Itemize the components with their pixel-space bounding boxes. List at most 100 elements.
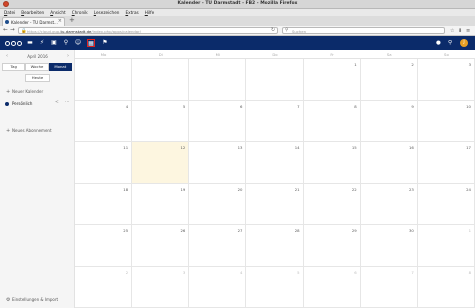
day-cell[interactable]: 10	[417, 100, 475, 142]
view-day-button[interactable]: Tag	[2, 63, 26, 71]
url-bar[interactable]: 🔒 https://cloud.gup.tu-darmstadt.de/inde…	[18, 27, 278, 34]
share-icon[interactable]: <	[55, 100, 59, 105]
settings-import-button[interactable]: ⚙ Einstellungen & Import	[6, 297, 58, 303]
day-cell[interactable]	[132, 59, 190, 101]
new-subscription-button[interactable]: + Neues Abonnement	[6, 128, 52, 134]
day-number: 7	[411, 269, 414, 275]
day-cell[interactable]	[246, 59, 304, 101]
day-number: 23	[409, 186, 414, 192]
day-cell[interactable]	[75, 59, 133, 101]
menu-view[interactable]: Ansicht	[50, 10, 65, 15]
day-cell[interactable]	[189, 59, 247, 101]
calendar-color-dot[interactable]	[5, 102, 9, 106]
day-cell[interactable]: 3	[132, 266, 190, 308]
back-arrow-icon[interactable]: ←	[3, 27, 8, 34]
announcements-app-icon[interactable]: ⚑	[101, 39, 109, 47]
notifications-icon[interactable]: ●	[436, 39, 441, 47]
day-number: 3	[182, 269, 186, 275]
menu-bookmarks[interactable]: Lesezeichen	[94, 10, 120, 15]
month-navigator: ‹ April 2016 ›	[0, 53, 75, 60]
day-cell[interactable]: 13	[189, 142, 247, 184]
menu-tools[interactable]: Extras	[125, 10, 138, 15]
day-cell[interactable]: 6	[303, 266, 361, 308]
day-cell[interactable]: 7	[360, 266, 418, 308]
day-cell[interactable]: 21	[246, 183, 304, 225]
day-cell[interactable]: 8	[417, 266, 475, 308]
files-app-icon[interactable]: ▬	[26, 39, 34, 47]
day-cell[interactable]: 6	[189, 100, 247, 142]
day-cell[interactable]: 12	[132, 142, 190, 184]
forward-arrow-icon[interactable]: →	[10, 27, 15, 34]
nextcloud-logo-icon[interactable]	[5, 39, 23, 47]
day-number: 6	[240, 103, 243, 109]
new-calendar-button[interactable]: + Neuer Kalender	[6, 89, 43, 95]
new-tab-button[interactable]: +	[69, 17, 75, 24]
weekday-label: Mo	[100, 52, 107, 57]
day-cell[interactable]: 22	[303, 183, 361, 225]
tab-close-icon[interactable]: ×	[58, 19, 62, 24]
day-cell[interactable]: 4	[75, 100, 133, 142]
day-cell[interactable]: 19	[132, 183, 190, 225]
day-number: 16	[409, 145, 414, 150]
day-cell[interactable]: 20	[189, 183, 247, 225]
search-bar[interactable]: ⚲ Suchen	[282, 27, 445, 34]
day-cell[interactable]: 17	[417, 142, 475, 184]
gallery-app-icon[interactable]: ▣	[50, 39, 58, 47]
day-cell[interactable]: 24	[417, 183, 475, 225]
day-cell[interactable]: 7	[246, 100, 304, 142]
reload-icon[interactable]: ↻	[271, 28, 275, 33]
day-number: 4	[125, 103, 129, 109]
downloads-icon[interactable]: ⬇	[458, 28, 462, 34]
menu-history[interactable]: Chronik	[72, 10, 88, 15]
day-number: 8	[468, 269, 471, 275]
day-cell[interactable]: 29	[303, 225, 361, 267]
avatar[interactable]: J	[460, 39, 468, 47]
day-number: 17	[466, 145, 471, 150]
day-cell[interactable]: 23	[360, 183, 418, 225]
today-button[interactable]: Heute	[25, 74, 50, 82]
day-cell[interactable]: 5	[246, 266, 304, 308]
menu-icon[interactable]: ≡	[466, 28, 470, 34]
day-cell[interactable]: 2	[75, 266, 133, 308]
day-cell[interactable]: 30	[360, 225, 418, 267]
day-cell[interactable]: 5	[132, 100, 190, 142]
bookmark-star-icon[interactable]: ☆	[450, 28, 454, 34]
day-cell[interactable]: 25	[75, 225, 133, 267]
day-cell[interactable]: 16	[360, 142, 418, 184]
day-number: 4	[240, 269, 243, 275]
tab-calendar[interactable]: Kalender - TU Darmst... ×	[2, 17, 65, 26]
day-cell[interactable]: 9	[360, 100, 418, 142]
day-cell[interactable]: 26	[132, 225, 190, 267]
day-cell[interactable]: 15	[303, 142, 361, 184]
day-number: 15	[351, 145, 357, 150]
tab-label: Kalender - TU Darmst...	[11, 20, 58, 25]
day-cell[interactable]: 8	[303, 100, 361, 142]
day-cell[interactable]: 1	[303, 59, 361, 101]
day-cell[interactable]: 27	[189, 225, 247, 267]
menu-help[interactable]: Hilfe	[145, 10, 155, 15]
search-app-icon[interactable]: ⚲	[62, 39, 70, 47]
day-cell[interactable]: 28	[246, 225, 304, 267]
month-label[interactable]: April 2016	[0, 54, 75, 59]
chevron-right-icon[interactable]: ›	[67, 53, 69, 59]
menu-edit[interactable]: Bearbeiten	[21, 10, 44, 15]
day-cell[interactable]: 11	[75, 142, 133, 184]
search-header-icon[interactable]: ⚲	[448, 39, 452, 47]
day-number: 25	[123, 228, 129, 233]
activity-app-icon[interactable]: ⚡	[38, 39, 46, 47]
calendar-app-icon[interactable]: ▦	[87, 39, 95, 47]
day-cell[interactable]: 2	[360, 59, 418, 101]
view-week-button[interactable]: Woche	[25, 63, 49, 71]
calendar-name[interactable]: Persönlich	[12, 101, 32, 106]
tab-bar: Kalender - TU Darmst... × +	[0, 16, 475, 26]
more-options-icon[interactable]: ⋯	[65, 100, 70, 105]
view-month-button[interactable]: Monat	[48, 63, 72, 71]
day-cell[interactable]: 4	[189, 266, 247, 308]
day-cell[interactable]: 3	[417, 59, 475, 101]
url-text: https://cloud.gup.tu-darmstadt.de/index.…	[27, 28, 141, 34]
menu-file[interactable]: Datei	[4, 10, 15, 15]
day-cell[interactable]: 18	[75, 183, 133, 225]
day-cell[interactable]: 1	[417, 225, 475, 267]
day-cell[interactable]: 14	[246, 142, 304, 184]
contacts-app-icon[interactable]: ☺	[74, 39, 82, 47]
